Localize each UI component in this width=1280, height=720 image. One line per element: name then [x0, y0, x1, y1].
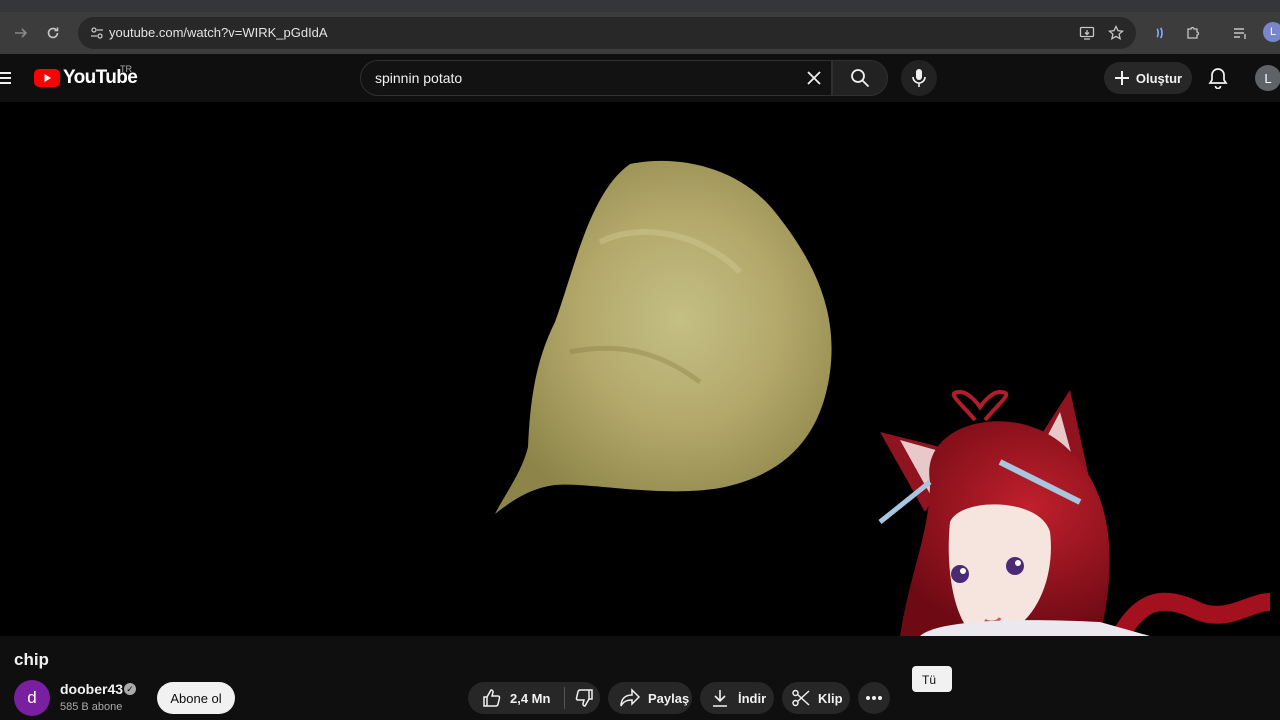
notifications-button[interactable] [1204, 64, 1232, 92]
bell-icon [1208, 68, 1228, 89]
search-button[interactable] [832, 60, 888, 96]
puzzle-icon[interactable] [1180, 20, 1206, 46]
create-label: Oluştur [1135, 70, 1183, 86]
create-button[interactable]: Oluştur [1104, 62, 1192, 94]
download-label: İndir [738, 690, 767, 706]
forward-icon[interactable] [8, 20, 34, 46]
clip-button[interactable]: Klip [782, 682, 850, 714]
search-icon [851, 69, 870, 88]
plus-icon [1114, 71, 1129, 85]
more-actions-button[interactable] [858, 682, 890, 714]
site-info-icon[interactable] [84, 20, 110, 46]
more-icon [866, 696, 882, 700]
youtube-header: YouTube TR spinnin potato Oluştur L [0, 54, 1280, 102]
video-frame [495, 160, 1271, 636]
country-code: TR [120, 64, 132, 74]
reload-icon[interactable] [40, 20, 66, 46]
potato-chip [495, 160, 832, 514]
search-input[interactable]: spinnin potato [360, 60, 832, 96]
subscribe-button[interactable]: Abone ol [157, 682, 235, 714]
share-icon [608, 688, 648, 708]
like-count: 2,4 Mn [510, 690, 551, 706]
clip-label: Klip [818, 690, 843, 706]
scissors-icon [782, 688, 818, 708]
browser-tab-strip [0, 0, 1280, 12]
install-icon[interactable] [1076, 22, 1098, 44]
youtube-logo[interactable]: YouTube TR [34, 64, 138, 88]
extension-icon[interactable] [1148, 20, 1174, 46]
search-query: spinnin potato [375, 70, 463, 86]
like-button[interactable] [468, 688, 510, 708]
share-button[interactable]: Paylaş [608, 682, 692, 714]
url-text: youtube.com/watch?v=WIRK_pGdIdA [109, 25, 328, 40]
channel-name[interactable]: doober43 [60, 681, 123, 697]
thumbs-down-icon [576, 689, 594, 707]
browser-profile-avatar[interactable]: L [1263, 22, 1280, 42]
voice-search-button[interactable] [901, 60, 937, 96]
download-button[interactable]: İndir [700, 682, 774, 714]
partial-chip[interactable]: Tü [912, 666, 952, 692]
video-player[interactable] [0, 102, 1280, 636]
clear-search-icon[interactable] [801, 65, 827, 91]
like-divider [564, 687, 566, 709]
star-icon[interactable] [1105, 22, 1127, 44]
video-title: chip [14, 650, 49, 669]
user-avatar[interactable]: L [1255, 65, 1280, 91]
thumbs-up-icon [483, 689, 501, 707]
media-icon[interactable] [1227, 20, 1253, 46]
download-icon [700, 688, 738, 708]
browser-toolbar: youtube.com/watch?v=WIRK_pGdIdA L [0, 12, 1280, 54]
microphone-icon [912, 69, 926, 87]
address-bar[interactable]: youtube.com/watch?v=WIRK_pGdIdA [78, 17, 1136, 49]
channel-avatar[interactable]: d [14, 680, 50, 716]
dislike-button[interactable] [569, 688, 599, 708]
vtuber-avatar [878, 389, 1271, 636]
share-label: Paylaş [648, 690, 690, 706]
subscriber-count: 585 B abone [60, 701, 123, 713]
menu-icon[interactable] [0, 66, 14, 90]
verified-badge-icon: ✓ [124, 683, 136, 695]
like-dislike-group: 2,4 Mn [468, 682, 600, 714]
youtube-play-icon [34, 69, 60, 87]
